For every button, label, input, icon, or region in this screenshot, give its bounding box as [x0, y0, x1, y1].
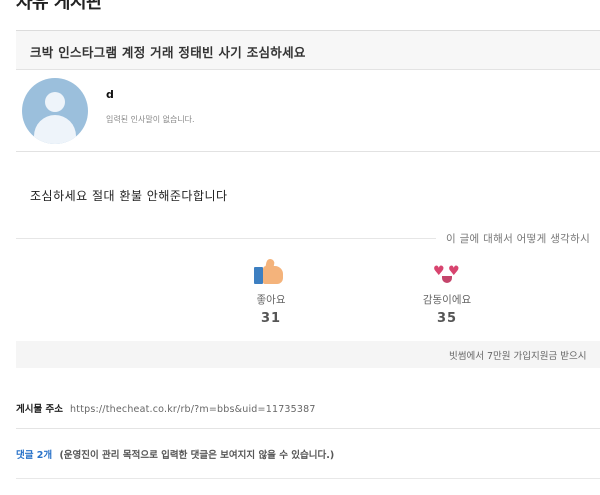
- divider: [16, 428, 600, 429]
- touched-count: 35: [436, 311, 458, 326]
- like-label: 좋아요: [256, 294, 286, 306]
- like-reaction-button[interactable]: 좋아요 31: [226, 258, 316, 326]
- heart-eyes-icon: ♥ ♥: [402, 258, 492, 288]
- comments-header: 댓글 2개 (운영진이 관리 목적으로 입력한 댓글은 보여지지 않을 수 있습…: [16, 447, 334, 461]
- author-intro: 입력된 인사말이 없습니다.: [106, 115, 195, 124]
- comment-note: (운영진이 관리 목적으로 입력한 댓글은 보여지지 않을 수 있습니다.): [59, 450, 335, 461]
- post-body: 조심하세요 절대 환불 안해준다합니다: [30, 189, 228, 203]
- reaction-question: 이 글에 대해서 어떻게 생각하시: [446, 233, 591, 245]
- promo-text[interactable]: 빗썸에서 7만원 가입지원금 받으시: [449, 348, 586, 362]
- author-name[interactable]: d: [106, 88, 114, 101]
- post-title-bar: 크박 인스타그램 계정 거래 정태빈 사기 조심하세요: [16, 30, 600, 70]
- divider: [16, 478, 600, 479]
- post-title: 크박 인스타그램 계정 거래 정태빈 사기 조심하세요: [30, 45, 306, 60]
- avatar[interactable]: [22, 78, 88, 144]
- divider: [16, 238, 436, 239]
- like-count: 31: [260, 311, 282, 326]
- board-title: 자유 게시판: [16, 0, 103, 13]
- thumbs-up-icon: [226, 258, 316, 288]
- comment-count: 댓글 2개: [16, 450, 53, 461]
- promo-banner[interactable]: 빗썸에서 7만원 가입지원금 받으시: [16, 341, 600, 368]
- touched-reaction-button[interactable]: ♥ ♥ 감동이에요 35: [402, 258, 492, 326]
- author-section: d 입력된 인사말이 없습니다.: [16, 70, 600, 152]
- touched-label: 감동이에요: [422, 294, 472, 306]
- post-address-row: 게시물 주소 https://thecheat.co.kr/rb/?m=bbs&…: [16, 401, 316, 415]
- address-label: 게시물 주소: [16, 404, 64, 415]
- avatar-body-shape: [34, 115, 76, 144]
- avatar-head-shape: [45, 92, 65, 112]
- address-url[interactable]: https://thecheat.co.kr/rb/?m=bbs&uid=117…: [70, 404, 316, 415]
